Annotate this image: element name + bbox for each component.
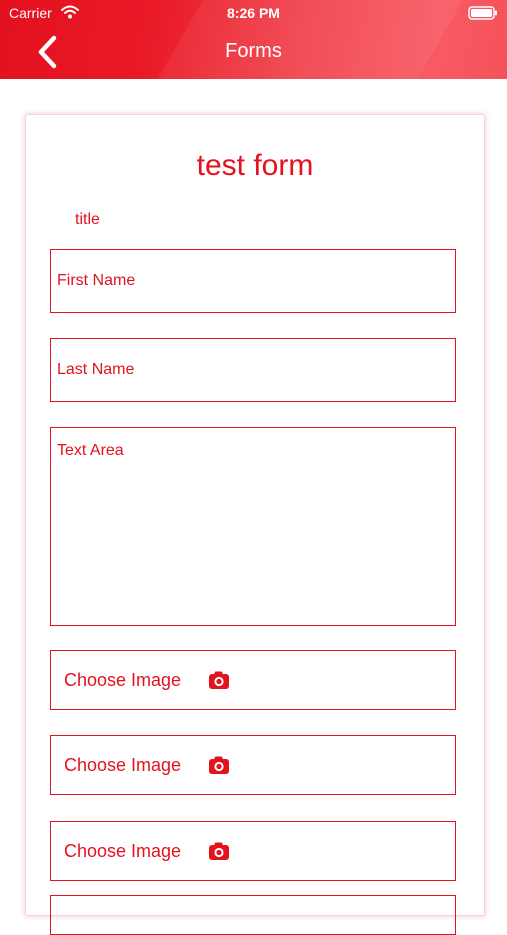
form-title: test form [196, 149, 314, 182]
choose-image-label: Choose Image [64, 670, 182, 690]
choose-image-button-2[interactable]: Choose Image [50, 735, 456, 795]
choose-image-label: Choose Image [64, 755, 182, 775]
status-time: 8:26 PM [227, 5, 280, 21]
first-name-field[interactable]: First Name [50, 249, 456, 313]
camera-icon [208, 670, 230, 695]
text-area-field[interactable]: Text Area [50, 427, 456, 626]
form-card: test form title First Name Last Name Tex… [25, 114, 485, 935]
next-field-partial[interactable] [50, 895, 456, 935]
text-area-placeholder: Text Area [57, 442, 124, 459]
last-name-placeholder: Last Name [57, 361, 135, 378]
last-name-field[interactable]: Last Name [50, 338, 456, 402]
status-bar: Carrier 8:26 PM [0, 0, 507, 28]
page-title: Forms [225, 40, 282, 62]
camera-icon [208, 841, 230, 866]
choose-image-button-3[interactable]: Choose Image [50, 821, 456, 881]
navigation-header: Carrier 8:26 PM Forms [0, 0, 507, 79]
choose-image-button-1[interactable]: Choose Image [50, 650, 456, 710]
first-name-placeholder: First Name [57, 272, 136, 289]
battery-icon [468, 6, 498, 23]
form-subtitle: title [75, 211, 100, 228]
camera-icon [208, 755, 230, 780]
choose-image-label: Choose Image [64, 841, 182, 861]
